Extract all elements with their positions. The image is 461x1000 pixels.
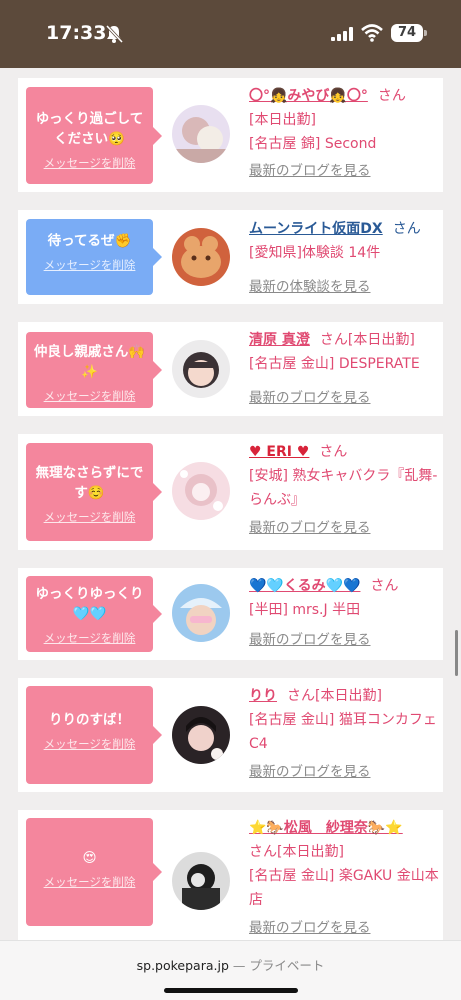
shop-text: [半田] mrs.J 半田 <box>249 602 361 618</box>
status-text: [本日出勤] <box>249 112 316 128</box>
url-domain[interactable]: sp.pokepara.jp <box>137 958 229 973</box>
browser-address-bar[interactable]: sp.pokepara.jp — プライベート <box>0 940 461 1000</box>
avatar[interactable] <box>172 105 230 163</box>
latest-blog-link[interactable]: 最新のブログを見る <box>249 163 371 179</box>
delete-message-link[interactable]: メッセージを削除 <box>44 388 136 404</box>
home-indicator[interactable] <box>164 988 298 993</box>
latest-blog-link[interactable]: 最新のブログを見る <box>249 764 371 780</box>
review-count-text: [愛知県]体験談 14件 <box>249 245 381 261</box>
message-text: ゆっくり過ごしてください🥺 <box>35 111 144 147</box>
delete-message-link[interactable]: メッセージを削除 <box>44 630 136 646</box>
delete-message-link[interactable]: メッセージを削除 <box>44 257 136 273</box>
avatar[interactable] <box>172 706 230 764</box>
delete-message-link[interactable]: メッセージを削除 <box>44 874 136 890</box>
list-item: 仲良し親戚さん🙌✨ メッセージを削除 清原 真澄 さん[本日出勤] [名古屋 金山… <box>18 322 443 416</box>
girl-name-link[interactable]: 〇°👧みやび👧〇° <box>249 88 368 104</box>
favorites-list[interactable]: ゆっくり過ごしてください🥺 メッセージを削除 〇°👧みやび👧〇° さん [本日出勤… <box>0 68 461 940</box>
shop-text: [名古屋 錦] Second <box>249 136 377 152</box>
latest-blog-link[interactable]: 最新のブログを見る <box>249 520 371 536</box>
avatar[interactable] <box>172 584 230 642</box>
message-text: 無理なさらずにです☺️ <box>35 465 144 501</box>
girl-info: 💙🩵くるみ🩵💙 さん [半田] mrs.J 半田 最新のブログを見る <box>249 574 441 652</box>
delete-message-link[interactable]: メッセージを削除 <box>44 155 136 171</box>
list-item: 無理なさらずにです☺️ メッセージを削除 ♥ ERI ♥ さん [安城] 熟女キャ… <box>18 434 443 550</box>
message-text: 仲良し親戚さん🙌✨ <box>33 344 146 380</box>
list-item: ゆっくりゆっくり🩵🩵 メッセージを削除 💙🩵くるみ🩵💙 さん [半田] mrs.J… <box>18 568 443 660</box>
honorific: さん <box>319 444 348 460</box>
battery-level: 74 <box>397 25 417 40</box>
girl-info: ♥ ERI ♥ さん [安城] 熟女キャバクラ『乱舞-らんぶ』 最新のブログを見る <box>249 440 441 540</box>
latest-blog-link[interactable]: 最新のブログを見る <box>249 390 371 406</box>
message-text: ゆっくりゆっくり🩵🩵 <box>35 586 144 622</box>
cellular-signal-icon <box>331 27 353 41</box>
girl-name-link[interactable]: りり <box>249 688 277 704</box>
message-bubble: ゆっくり過ごしてください🥺 メッセージを削除 <box>26 87 162 184</box>
message-bubble: 仲良し親戚さん🙌✨ メッセージを削除 <box>26 332 162 408</box>
scrollbar[interactable] <box>455 630 458 676</box>
wifi-icon <box>361 24 383 42</box>
latest-review-link[interactable]: 最新の体験談を見る <box>249 279 371 295</box>
list-item: 😍 メッセージを削除 ⭐🐎松風 紗理奈🐎⭐ さん[本日出勤] [名古屋 金山] … <box>18 810 443 940</box>
honorific: さん <box>392 221 421 237</box>
honorific: さん <box>377 88 406 104</box>
avatar[interactable] <box>172 462 230 520</box>
latest-blog-link[interactable]: 最新のブログを見る <box>249 632 371 648</box>
message-bubble: 無理なさらずにです☺️ メッセージを削除 <box>26 443 162 541</box>
message-bubble: 待ってるぜ✊ メッセージを削除 <box>26 219 162 295</box>
girl-name-link[interactable]: ⭐🐎松風 紗理奈🐎⭐ <box>249 820 403 836</box>
avatar[interactable] <box>172 340 230 398</box>
girl-name-link[interactable]: 清原 真澄 <box>249 332 310 348</box>
bell-muted-icon <box>105 24 124 44</box>
avatar[interactable] <box>172 852 230 910</box>
girl-info: ⭐🐎松風 紗理奈🐎⭐ さん[本日出勤] [名古屋 金山] 楽GAKU 金山本店 … <box>249 816 441 940</box>
honorific: さん <box>370 578 399 594</box>
status-time: 17:33 <box>46 22 107 44</box>
girl-name-link[interactable]: ♥ ERI ♥ <box>249 444 309 460</box>
girl-info: 清原 真澄 さん[本日出勤] [名古屋 金山] DESPERATE 最新のブログを… <box>249 328 441 410</box>
shop-text: [安城] 熟女キャバクラ『乱舞-らんぶ』 <box>249 468 438 508</box>
shop-text: [名古屋 金山] 猫耳コンカフェ C4 <box>249 712 437 752</box>
girl-name-link[interactable]: 💙🩵くるみ🩵💙 <box>249 578 360 594</box>
status-text: さん[本日出勤] <box>249 844 344 860</box>
message-text: 待ってるぜ✊ <box>47 233 132 249</box>
avatar[interactable] <box>172 228 230 286</box>
delete-message-link[interactable]: メッセージを削除 <box>44 736 136 752</box>
girl-info: りり さん[本日出勤] [名古屋 金山] 猫耳コンカフェ C4 最新のブログを見る <box>249 684 441 784</box>
message-bubble: 😍 メッセージを削除 <box>26 818 162 926</box>
status-bar: 17:33 74 <box>0 0 461 68</box>
message-text: 😍 <box>82 850 97 866</box>
message-bubble: りりのすば！ メッセージを削除 <box>26 686 162 784</box>
list-item: りりのすば！ メッセージを削除 りり さん[本日出勤] [名古屋 金山] 猫耳コン… <box>18 678 443 792</box>
girl-info: ムーンライト仮面DX さん [愛知県]体験談 14件 最新の体験談を見る <box>249 217 441 299</box>
list-item: ゆっくり過ごしてください🥺 メッセージを削除 〇°👧みやび👧〇° さん [本日出勤… <box>18 78 443 192</box>
latest-blog-link[interactable]: 最新のブログを見る <box>249 920 371 936</box>
honorific: さん[本日出勤] <box>287 688 382 704</box>
message-bubble: ゆっくりゆっくり🩵🩵 メッセージを削除 <box>26 576 162 652</box>
girl-info: 〇°👧みやび👧〇° さん [本日出勤] [名古屋 錦] Second 最新のブログ… <box>249 84 441 183</box>
delete-message-link[interactable]: メッセージを削除 <box>44 509 136 525</box>
message-text: りりのすば！ <box>49 712 130 728</box>
reviewer-name-link[interactable]: ムーンライト仮面DX <box>249 221 383 237</box>
battery-icon: 74 <box>391 24 427 42</box>
shop-text: [名古屋 金山] 楽GAKU 金山本店 <box>249 868 439 908</box>
list-item: 待ってるぜ✊ メッセージを削除 ムーンライト仮面DX さん [愛知県]体験談 14… <box>18 210 443 304</box>
honorific: さん[本日出勤] <box>319 332 415 348</box>
shop-text: [名古屋 金山] DESPERATE <box>249 356 420 372</box>
private-mode-label: — プライベート <box>228 958 325 973</box>
